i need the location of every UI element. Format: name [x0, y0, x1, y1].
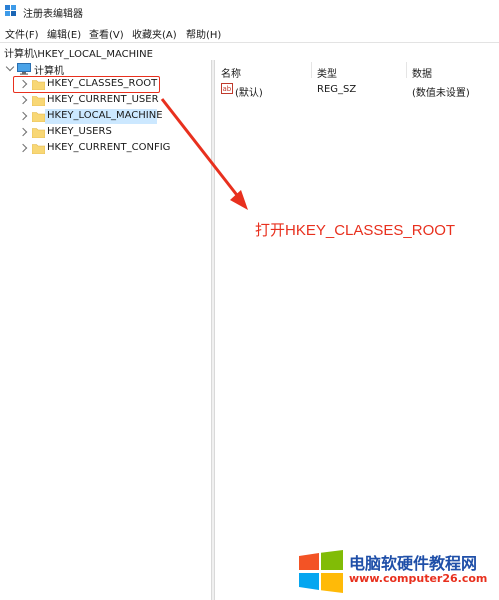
site-watermark: 电脑软硬件教程网 www.computer26.com [295, 546, 499, 600]
annotation-text: 打开HKEY_CLASSES_ROOT [255, 222, 456, 239]
watermark-url: www.computer26.com [349, 572, 488, 585]
watermark-title: 电脑软硬件教程网 [349, 554, 478, 573]
windows-logo-icon [299, 550, 343, 593]
annotation-arrow [160, 98, 248, 210]
